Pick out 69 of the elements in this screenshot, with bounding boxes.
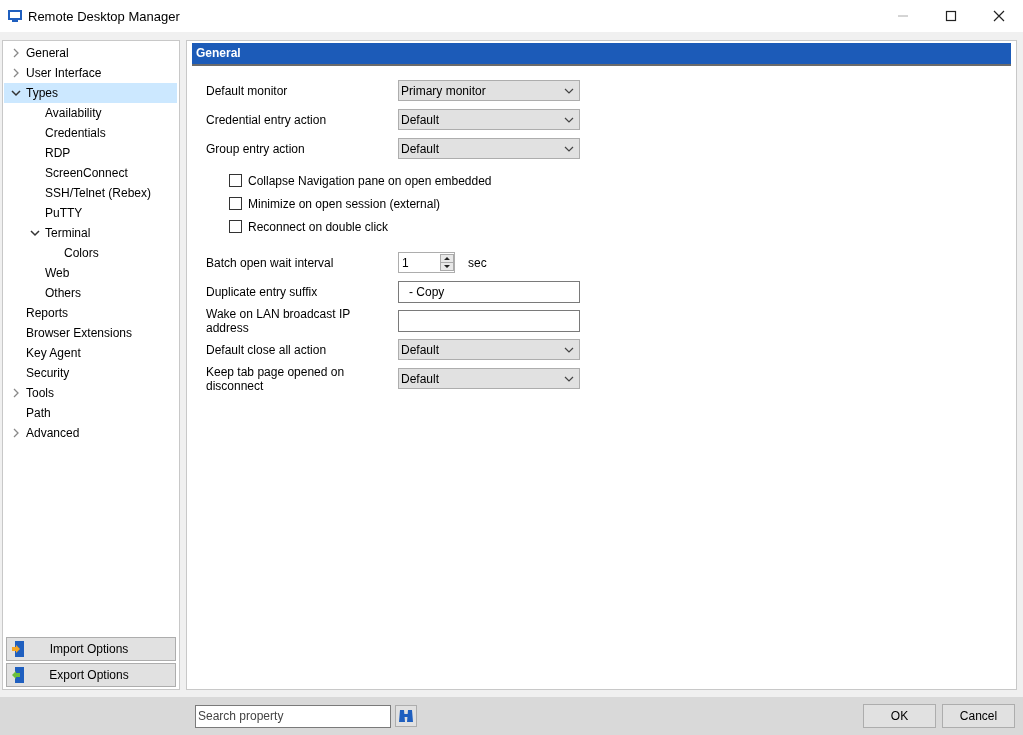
dropdown[interactable]: Default <box>398 339 580 360</box>
dropdown[interactable]: Default <box>398 109 580 130</box>
section-header: General <box>192 43 1011 66</box>
dialog-button[interactable]: Cancel <box>942 704 1015 728</box>
tree-item[interactable]: Advanced <box>4 423 177 443</box>
setting-label: Default monitor <box>206 83 289 98</box>
setting-label: Group entry action <box>206 141 306 156</box>
window-title: Remote Desktop Manager <box>28 8 181 24</box>
checkbox[interactable] <box>229 174 242 187</box>
dropdown[interactable]: Default <box>398 368 580 389</box>
tree-item[interactable]: Tools <box>4 383 177 403</box>
options-button[interactable]: Export Options <box>6 663 176 687</box>
setting-label: Wake on LAN broadcast IP address <box>206 306 352 335</box>
caret-icon <box>564 87 574 94</box>
tree-item[interactable]: Path <box>4 403 177 423</box>
chevron-right-icon[interactable] <box>11 427 21 439</box>
tree-item[interactable]: Reports <box>4 303 177 323</box>
checkbox-label: Minimize on open session (external) <box>248 196 441 211</box>
import-file-icon <box>11 640 25 658</box>
caret-icon <box>564 346 574 353</box>
tree-item[interactable]: Security <box>4 363 177 383</box>
caret-icon <box>564 116 574 123</box>
options-button[interactable]: Import Options <box>6 637 176 661</box>
dropdown[interactable]: Default <box>398 138 580 159</box>
search-field[interactable]: Search property <box>195 704 391 728</box>
export-file-icon <box>11 666 25 684</box>
find-button[interactable] <box>395 705 417 727</box>
checkbox-label: Reconnect on double click <box>248 219 389 234</box>
chevron-right-icon[interactable] <box>11 47 21 59</box>
app-monitor-icon <box>8 10 22 22</box>
setting-label: Duplicate entry suffix <box>206 284 319 299</box>
number-field[interactable]: 1 <box>398 252 455 273</box>
binoculars-icon <box>398 709 414 723</box>
chevron-down-icon[interactable] <box>11 87 21 99</box>
setting-label: Default close all action <box>206 342 328 357</box>
checkbox[interactable] <box>229 197 242 210</box>
setting-label: Batch open wait interval <box>206 255 335 270</box>
tree-item[interactable]: Web <box>4 263 177 283</box>
tree-item[interactable]: ScreenConnect <box>4 163 177 183</box>
spin-arrows-icon[interactable] <box>440 254 454 271</box>
tree-item[interactable]: Availability <box>4 103 177 123</box>
setting-label: Keep tab page opened on disconnect <box>206 364 346 393</box>
chevron-right-icon[interactable] <box>11 387 21 399</box>
unit-label: sec <box>468 255 487 270</box>
input-field[interactable]: - Copy <box>398 280 580 303</box>
tree-item[interactable]: Terminal <box>4 223 177 243</box>
close-icon[interactable] <box>993 10 1005 22</box>
tree-item[interactable]: Key Agent <box>4 343 177 363</box>
chevron-down-icon[interactable] <box>30 227 40 239</box>
checkbox[interactable] <box>229 220 242 233</box>
tree-item[interactable]: Browser Extensions <box>4 323 177 343</box>
tree-item[interactable]: Others <box>4 283 177 303</box>
checkbox-label: Collapse Navigation pane on open embedded <box>248 173 492 188</box>
caret-icon <box>564 145 574 152</box>
input-field[interactable] <box>398 309 580 332</box>
tree-item[interactable]: General <box>4 43 177 63</box>
tree-item[interactable]: Colors <box>4 243 177 263</box>
dialog-button[interactable]: OK <box>863 704 936 728</box>
tree-item[interactable]: Types <box>4 83 177 103</box>
tree-item[interactable]: RDP <box>4 143 177 163</box>
tree-item[interactable]: SSH/Telnet (Rebex) <box>4 183 177 203</box>
caret-icon <box>564 375 574 382</box>
tree-item[interactable]: Credentials <box>4 123 177 143</box>
tree-item[interactable]: PuTTY <box>4 203 177 223</box>
tree-item[interactable]: User Interface <box>4 63 177 83</box>
dropdown[interactable]: Primary monitor <box>398 80 580 101</box>
setting-label: Credential entry action <box>206 112 328 127</box>
maximize-icon[interactable] <box>945 10 957 22</box>
chevron-right-icon[interactable] <box>11 67 21 79</box>
